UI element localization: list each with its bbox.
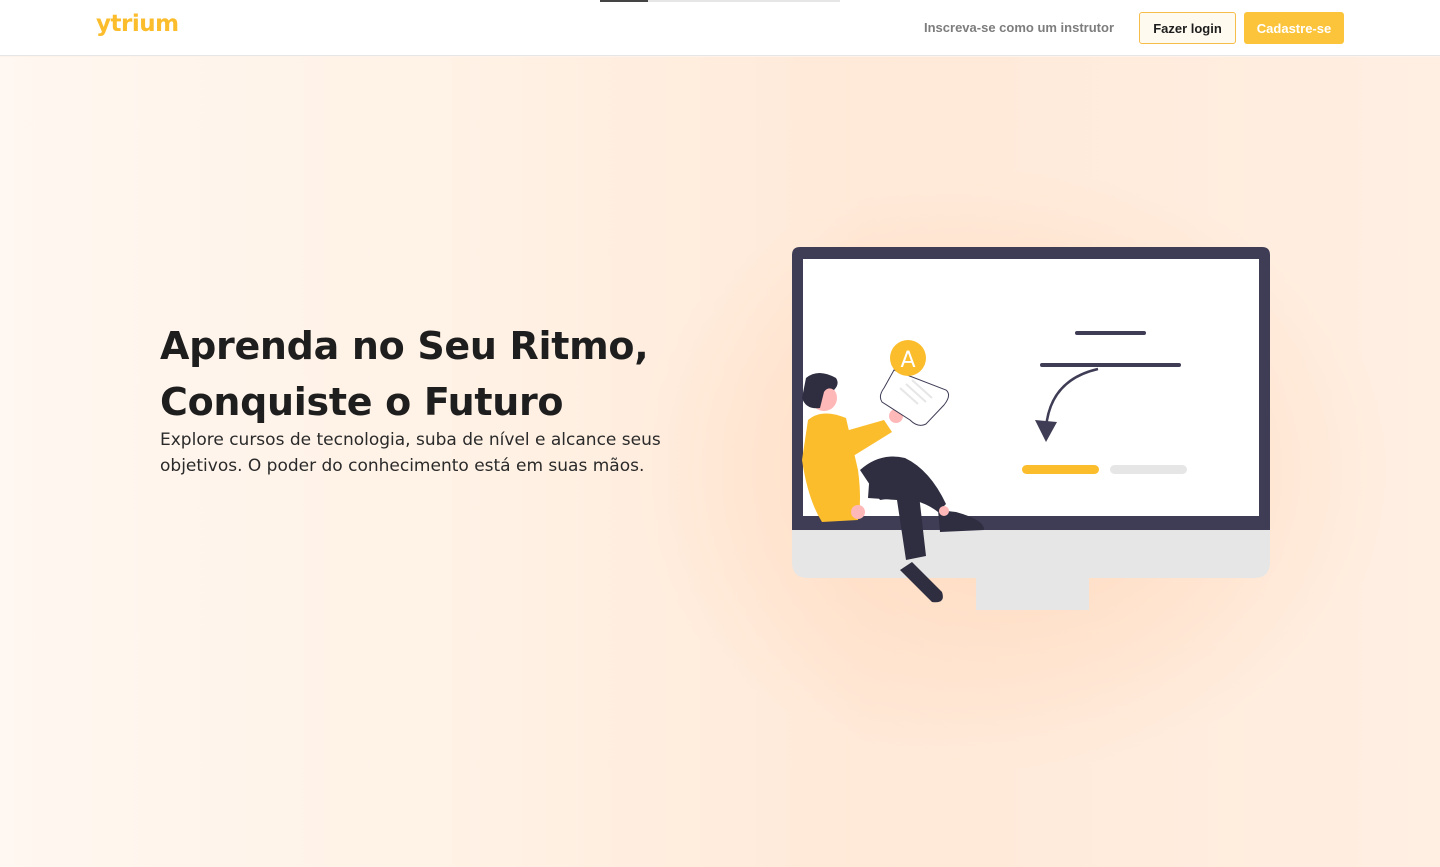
top-navbar: ytrium Inscreva-se como um instrutor Faz…: [0, 0, 1440, 56]
hero-title: Aprenda no Seu Ritmo, Conquiste o Futuro: [160, 318, 720, 430]
badge-letter: A: [900, 348, 915, 373]
hero-subtitle: Explore cursos de tecnologia, suba de ní…: [160, 430, 661, 476]
hero-title-line-2: Conquiste o Futuro: [160, 380, 564, 424]
brand-logo[interactable]: ytrium: [96, 11, 179, 37]
hero-illustration: A: [792, 247, 1270, 610]
login-button[interactable]: Fazer login: [1139, 12, 1236, 44]
hero-title-line-1: Aprenda no Seu Ritmo,: [160, 324, 649, 368]
page-progress-bar: [600, 0, 840, 2]
instructor-signup-link[interactable]: Inscreva-se como um instrutor: [924, 20, 1114, 35]
signup-button[interactable]: Cadastre-se: [1244, 12, 1344, 44]
page-progress-fill: [600, 0, 648, 2]
letter-badge: A: [890, 340, 926, 376]
